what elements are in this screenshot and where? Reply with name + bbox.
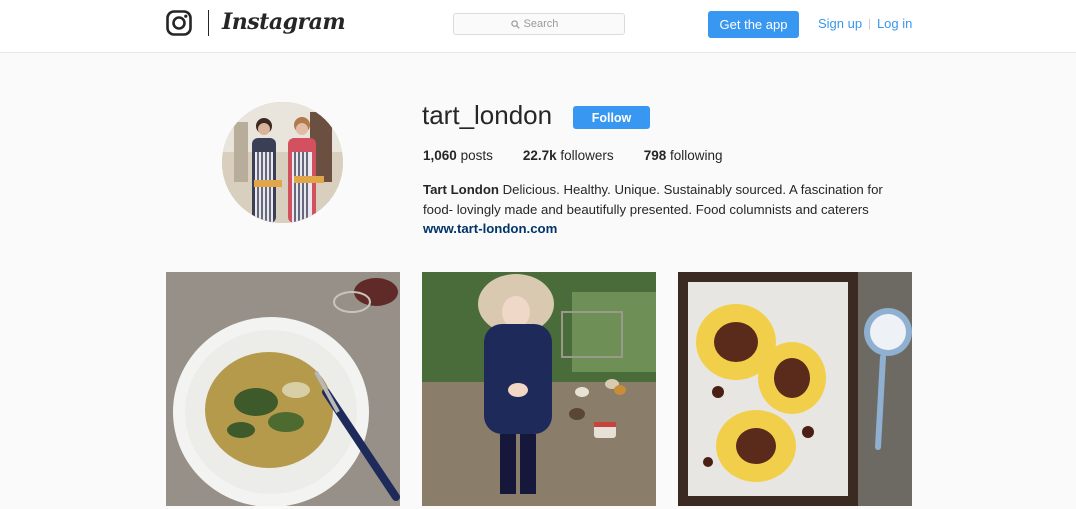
- get-the-app-button[interactable]: Get the app: [708, 11, 799, 38]
- profile-website-link[interactable]: www.tart-london.com: [423, 219, 903, 239]
- post-image: [678, 272, 912, 506]
- followers-stat[interactable]: 22.7k followers: [523, 148, 614, 163]
- profile-avatar[interactable]: [222, 102, 343, 223]
- posts-label: posts: [460, 148, 493, 163]
- profile-bio: Tart London Delicious. Healthy. Unique. …: [423, 180, 903, 239]
- post-thumbnail-tarts[interactable]: [678, 272, 912, 506]
- follow-button[interactable]: Follow: [573, 106, 650, 129]
- posts-count: 1,060: [423, 148, 457, 163]
- following-label: following: [669, 148, 723, 163]
- post-thumbnail-chickens[interactable]: [422, 272, 656, 506]
- log-in-link[interactable]: Log in: [877, 16, 912, 31]
- followers-count: 22.7k: [522, 148, 557, 163]
- search-input[interactable]: [523, 18, 568, 30]
- instagram-camera-icon[interactable]: [166, 10, 192, 36]
- post-thumbnail-soup[interactable]: [166, 272, 400, 506]
- sign-up-link[interactable]: Sign up: [818, 16, 862, 31]
- followers-label: followers: [560, 148, 614, 163]
- profile-full-name: Tart London: [423, 182, 499, 197]
- auth-links: Sign up | Log in: [818, 16, 912, 31]
- instagram-wordmark[interactable]: Instagram: [222, 9, 346, 35]
- top-navigation-bar: Instagram Get the app Sign up | Log in: [0, 0, 1076, 53]
- post-image: [166, 272, 400, 506]
- profile-stats: 1,060 posts 22.7k followers 798 followin…: [423, 148, 753, 163]
- search-icon: [510, 19, 520, 29]
- post-image: [422, 272, 656, 506]
- following-stat[interactable]: 798 following: [644, 148, 723, 163]
- following-count: 798: [643, 148, 667, 163]
- auth-separator: |: [868, 17, 871, 30]
- profile-username: tart_london: [422, 100, 553, 130]
- logo-divider: [208, 10, 209, 36]
- search-box[interactable]: [453, 13, 625, 35]
- avatar-photo: [222, 102, 343, 223]
- posts-stat: 1,060 posts: [423, 148, 493, 163]
